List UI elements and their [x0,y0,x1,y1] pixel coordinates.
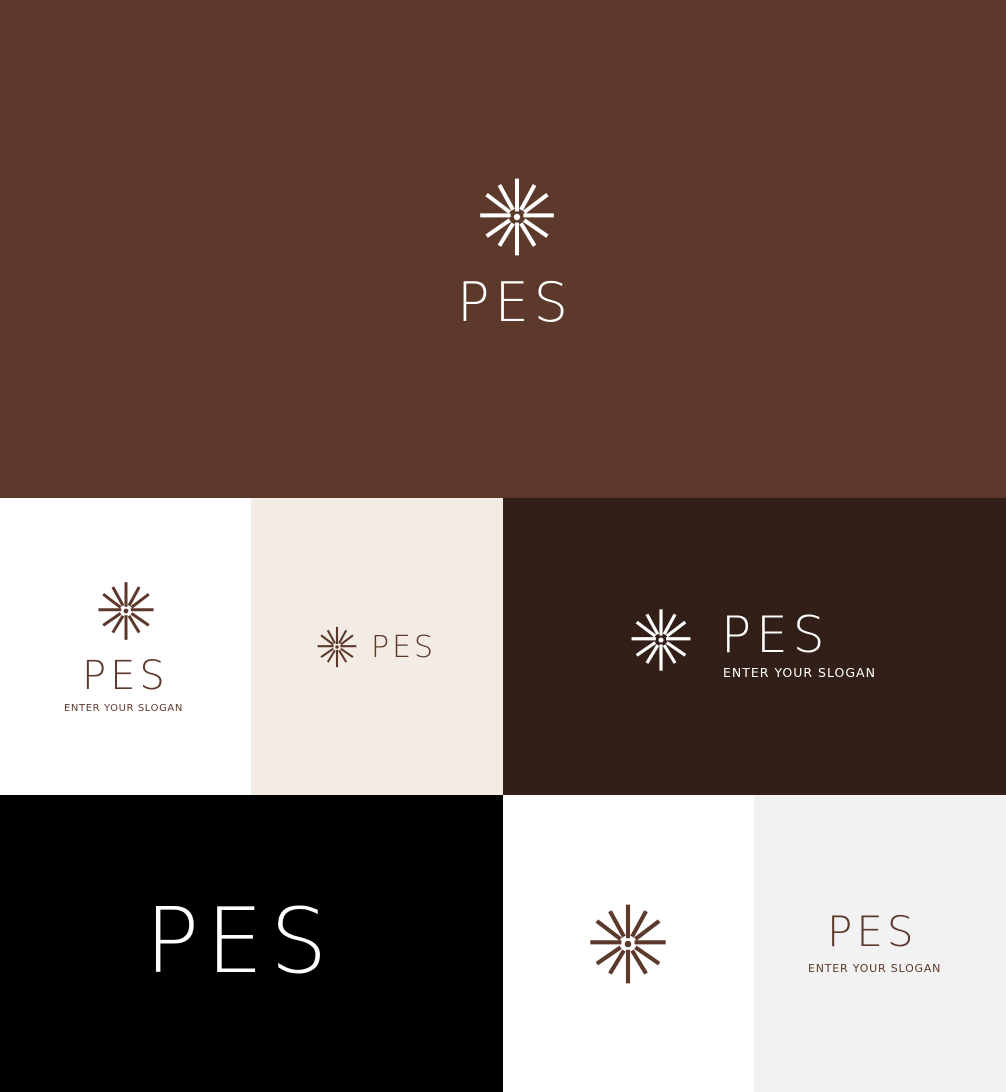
dark-brown-horizontal-panel: PES ENTER YOUR SLOGAN [503,498,1006,795]
brand-name: PES [145,889,335,994]
brand-name: PES [721,606,830,664]
starburst-icon [316,625,358,669]
black-wordmark-panel: PES [0,795,503,1092]
white-stacked-panel: PES ENTER YOUR SLOGAN [0,498,251,795]
starburst-icon [627,608,695,672]
hero-brown-panel: PES [0,0,1006,498]
cream-horizontal-panel: PES [251,498,503,795]
brand-slogan: ENTER YOUR SLOGAN [808,962,942,975]
white-icon-panel [503,795,754,1092]
brand-slogan: ENTER YOUR SLOGAN [64,703,183,714]
brand-name: PES [371,630,437,665]
brand-slogan: ENTER YOUR SLOGAN [723,665,876,680]
gray-wordmark-panel: PES ENTER YOUR SLOGAN [754,795,1006,1092]
brand-name: PES [827,907,918,956]
starburst-icon [96,580,156,642]
starburst-icon [477,175,557,259]
brand-name: PES [457,271,573,334]
starburst-icon [587,897,669,991]
brand-name: PES [82,653,169,699]
